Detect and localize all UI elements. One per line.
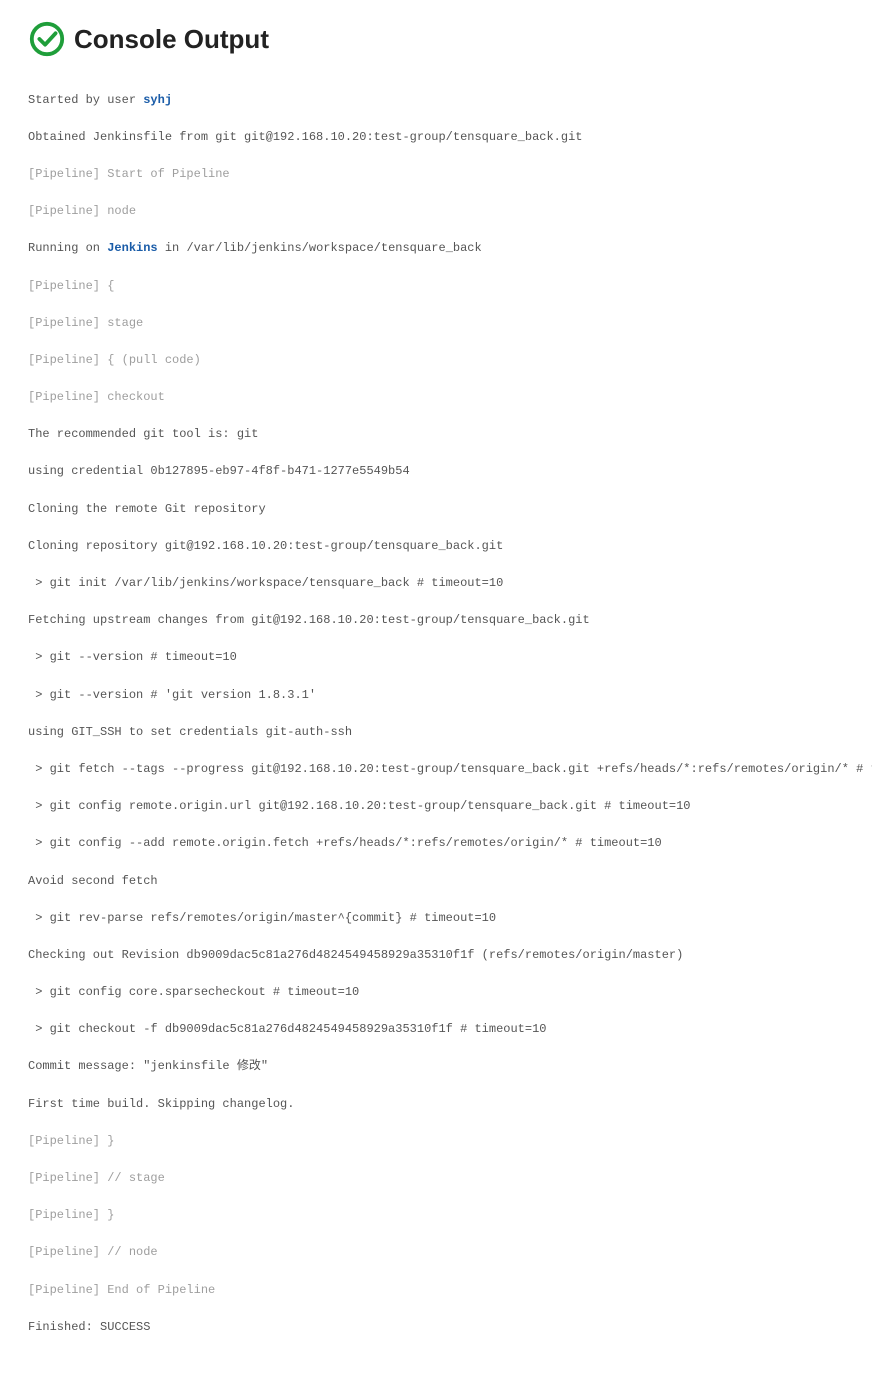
console-line: > git config core.sparsecheckout # timeo… [28, 983, 844, 1002]
console-line: Fetching upstream changes from git@192.1… [28, 611, 844, 630]
console-line: > git checkout -f db9009dac5c81a276d4824… [28, 1020, 844, 1039]
console-line: Commit message: "jenkinsfile 修改" [28, 1057, 844, 1076]
console-line: [Pipeline] { (pull code) [28, 351, 844, 370]
console-line: The recommended git tool is: git [28, 425, 844, 444]
console-line: Obtained Jenkinsfile from git git@192.16… [28, 128, 844, 147]
console-line: Running on Jenkins in /var/lib/jenkins/w… [28, 239, 844, 258]
console-line: Finished: SUCCESS [28, 1318, 844, 1337]
console-line: > git config remote.origin.url git@192.1… [28, 797, 844, 816]
console-line: [Pipeline] } [28, 1132, 844, 1151]
console-line: [Pipeline] checkout [28, 388, 844, 407]
jenkins-node-link[interactable]: Jenkins [107, 241, 157, 255]
console-line: [Pipeline] // node [28, 1243, 844, 1262]
console-line: [Pipeline] } [28, 1206, 844, 1225]
console-line: [Pipeline] End of Pipeline [28, 1281, 844, 1300]
console-line: using GIT_SSH to set credentials git-aut… [28, 723, 844, 742]
console-line: First time build. Skipping changelog. [28, 1095, 844, 1114]
console-line: > git init /var/lib/jenkins/workspace/te… [28, 574, 844, 593]
console-line: Cloning repository git@192.168.10.20:tes… [28, 537, 844, 556]
user-link[interactable]: syhj [143, 93, 172, 107]
console-line: [Pipeline] { [28, 277, 844, 296]
success-check-icon [28, 20, 66, 58]
console-line: Checking out Revision db9009dac5c81a276d… [28, 946, 844, 965]
console-line: > git config --add remote.origin.fetch +… [28, 834, 844, 853]
console-line: Avoid second fetch [28, 872, 844, 891]
console-line: > git rev-parse refs/remotes/origin/mast… [28, 909, 844, 928]
console-line: > git --version # timeout=10 [28, 648, 844, 667]
console-line: > git --version # 'git version 1.8.3.1' [28, 686, 844, 705]
page-header: Console Output [28, 20, 844, 58]
console-line: [Pipeline] Start of Pipeline [28, 165, 844, 184]
console-line: using credential 0b127895-eb97-4f8f-b471… [28, 462, 844, 481]
console-line: Started by user syhj [28, 91, 844, 110]
console-line: [Pipeline] // stage [28, 1169, 844, 1188]
page-title: Console Output [74, 24, 269, 55]
console-line: [Pipeline] node [28, 202, 844, 221]
console-line: > git fetch --tags --progress git@192.16… [28, 760, 844, 779]
console-line: Cloning the remote Git repository [28, 500, 844, 519]
console-output: Started by user syhj Obtained Jenkinsfil… [28, 72, 844, 1355]
console-line: [Pipeline] stage [28, 314, 844, 333]
